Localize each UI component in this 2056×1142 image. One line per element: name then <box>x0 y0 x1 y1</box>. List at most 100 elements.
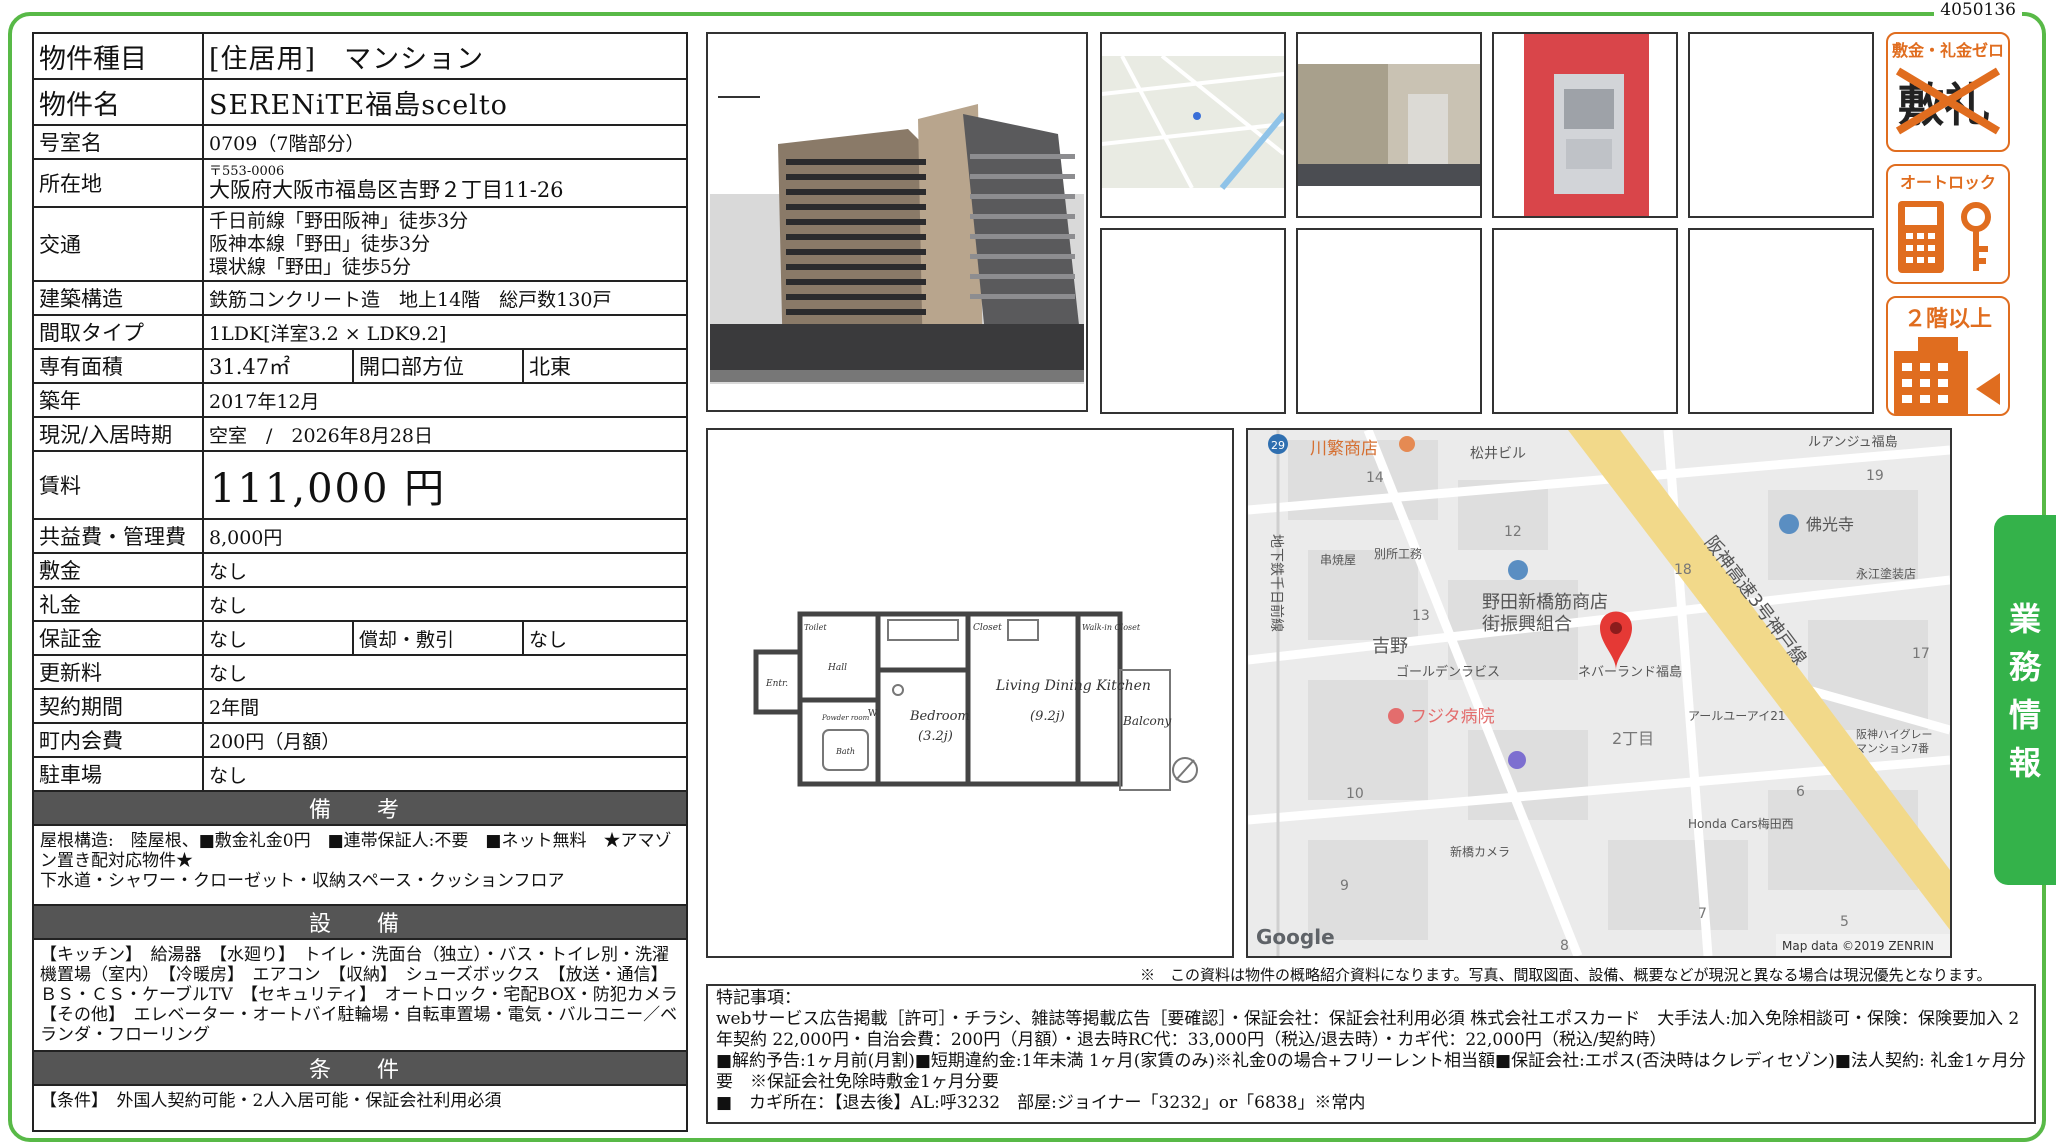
room-label-hall: Hall <box>827 663 847 673</box>
map-label: 吉野 <box>1372 636 1408 657</box>
map-attribution: Map data ©2019 ZENRIN <box>1782 939 1934 953</box>
room-size-bedroom: (3.2j) <box>918 729 953 744</box>
label: 共益費・管理費 <box>32 518 204 554</box>
remarks-heading: 備 考 <box>31 790 689 826</box>
label: 開口部方位 <box>352 348 524 384</box>
orientation-value: 北東 <box>521 348 689 384</box>
label: 敷金 <box>32 552 204 588</box>
special-notes-heading: 特記事項： <box>716 988 801 1008</box>
map-thumbnail-image <box>1102 34 1284 216</box>
side-tab-char: 報 <box>2008 744 2041 782</box>
map-label: 別所工務 <box>1374 547 1422 561</box>
building-photo[interactable] <box>706 32 1088 412</box>
room-label-walk-in: Walk-in Closet <box>1082 623 1141 632</box>
special-notes-line: ■ カギ所在：【退去後】AL:呼3232 部屋:ジョイナー「3232」or「68… <box>716 1093 1366 1113</box>
label: 駐車場 <box>32 756 204 792</box>
amortization-value: なし <box>521 620 689 656</box>
label: 契約期間 <box>32 688 204 724</box>
facilities-text: 【キッチン】 給湯器 【水廻り】 トイレ・洗面台（独立）・バス・トイレ別・洗濯機… <box>31 938 689 1052</box>
badge-label: ２階以上 <box>1903 307 1992 332</box>
transport-line: 千日前線「野田阪神」徒歩3分 <box>209 209 469 232</box>
map-label: ネバーランド福島 <box>1578 665 1682 680</box>
label: 償却・敷引 <box>352 620 524 656</box>
room-number-value: 0709（7階部分） <box>201 124 689 160</box>
row-guarantee: 保証金 なし 償却・敷引 なし <box>32 620 689 656</box>
row-contract: 契約期間 2年間 <box>32 688 689 724</box>
business-info-tab-label: 業務情報 <box>1994 595 2056 787</box>
room-size-ldk: (9.2j) <box>1030 709 1065 724</box>
auto-lock-badge: オートロック <box>1886 164 2010 284</box>
address-cell: 〒553-0006 大阪府大阪市福島区吉野２丁目11-26 <box>201 158 689 208</box>
key-money-value: なし <box>201 586 689 622</box>
entrance-thumbnail[interactable] <box>1296 32 1482 218</box>
map-thumbnail[interactable] <box>1100 32 1286 218</box>
label: 所在地 <box>32 158 204 208</box>
map-label: 7 <box>1698 906 1707 922</box>
no-deposit-badge: 敷金・礼金ゼロ 敷礼 <box>1886 32 2010 152</box>
label: 物件名 <box>32 78 204 126</box>
map-label: 川繁商店 <box>1310 439 1378 459</box>
map-label: 新橋カメラ <box>1450 844 1510 859</box>
special-notes-line: ■解約予告:1ヶ月前(月割)■短期違約金:1年未満 1ヶ月(家賃のみ)※礼金0の… <box>716 1051 2026 1092</box>
transport-line: 阪神本線「野田」徒歩3分 <box>209 232 431 255</box>
remarks-text: 屋根構造: 陸屋根、■敷金礼金0円 ■連帯保証人:不要 ■ネット無料 ★アマゾン… <box>31 824 689 906</box>
property-spec-table: 物件種目 [住居用] マンション 物件名 SERENiTE福島scelto 号室… <box>31 32 689 1132</box>
room-label-bedroom: Bedroom <box>909 709 970 724</box>
row-room: 号室名 0709（7階部分） <box>32 124 689 160</box>
second-floor-or-above-badge: ２階以上 <box>1886 296 2010 416</box>
special-notes-line: webサービス広告掲載［許可］・チラシ、雑誌等掲載広告［要確認］・保証会社：保証… <box>716 1009 2020 1050</box>
label: 町内会費 <box>32 722 204 758</box>
label: 号室名 <box>32 124 204 160</box>
row-parking: 駐車場 なし <box>32 756 689 792</box>
facilities-heading: 設 備 <box>31 904 689 940</box>
floor-plan[interactable]: Living Dining Kitchen (9.2j) Bedroom (3.… <box>706 428 1234 958</box>
row-property-type: 物件種目 [住居用] マンション <box>32 32 689 80</box>
address-value: 大阪府大阪市福島区吉野２丁目11-26 <box>209 177 564 202</box>
room-label-entrance: Entr. <box>765 679 788 689</box>
map-label: 10 <box>1346 786 1364 802</box>
structure-value: 鉄筋コンクリート造 地上14階 総戸数130戸 <box>201 280 689 316</box>
map-label: 17 <box>1912 646 1930 662</box>
map-label: 2丁目 <box>1612 729 1654 748</box>
row-town-fee: 町内会費 200円（月額） <box>32 722 689 758</box>
map-label: Honda Cars梅田西 <box>1688 816 1794 831</box>
transport-cell: 千日前線「野田阪神」徒歩3分 阪神本線「野田」徒歩3分 環状線「野田」徒歩5分 <box>201 206 689 282</box>
row-rent: 賃料 111,000 円 <box>32 450 689 520</box>
side-tab-char: 務 <box>2008 648 2041 686</box>
label: 建築構造 <box>32 280 204 316</box>
building-arrow-icon <box>1894 337 2000 414</box>
row-transport: 交通 千日前線「野田阪神」徒歩3分 阪神本線「野田」徒歩3分 環状線「野田」徒歩… <box>32 206 689 282</box>
room-label-ldk: Living Dining Kitchen <box>995 678 1151 694</box>
business-info-tab[interactable]: 業務情報 <box>1994 515 2056 885</box>
map-label: 佛光寺 <box>1806 515 1854 534</box>
map-label: 6 <box>1796 784 1805 800</box>
route-number-badge: 29 <box>1271 439 1285 452</box>
empty-thumbnail <box>1100 228 1286 414</box>
map-label: 永江塗装店 <box>1856 566 1916 581</box>
map-label: 野田新橋筋商店 <box>1482 592 1608 613</box>
rent-value: 111,000 円 <box>201 450 689 520</box>
map-label: ゴールデンラビス <box>1396 664 1500 680</box>
postal-code: 〒553-0006 <box>209 163 285 179</box>
status-value: 空室 / 2026年8月28日 <box>201 416 689 452</box>
map-label: 串焼屋 <box>1320 553 1356 567</box>
room-label-balcony: Balcony <box>1122 714 1171 728</box>
intercom-thumbnail[interactable] <box>1492 32 1678 218</box>
lock-key-icon <box>1898 201 1991 273</box>
badge-label: 敷金・礼金ゼロ <box>1891 41 2004 60</box>
label: 交通 <box>32 206 204 282</box>
map-label: 8 <box>1560 938 1569 954</box>
map-label: 12 <box>1504 524 1522 540</box>
label: 専有面積 <box>32 348 204 384</box>
room-label-powder: Powder room <box>821 714 870 722</box>
map-label: 松井ビル <box>1470 446 1526 462</box>
map-label: 13 <box>1412 608 1430 624</box>
contract-period-value: 2年間 <box>201 688 689 724</box>
empty-thumbnail <box>1688 32 1874 218</box>
map-label: ルアンジュ福島 <box>1808 435 1898 450</box>
row-layout: 間取タイプ 1LDK[洋室3.2 × LDK9.2] <box>32 314 689 350</box>
location-map[interactable]: 29 川繁商店 松井ビル ルアンジュ福島 19 14 佛光寺 12 別所工務 串… <box>1246 428 1952 958</box>
row-status: 現況/入居時期 空室 / 2026年8月28日 <box>32 416 689 452</box>
row-common-fee: 共益費・管理費 8,000円 <box>32 518 689 554</box>
empty-thumbnail <box>1688 228 1874 414</box>
